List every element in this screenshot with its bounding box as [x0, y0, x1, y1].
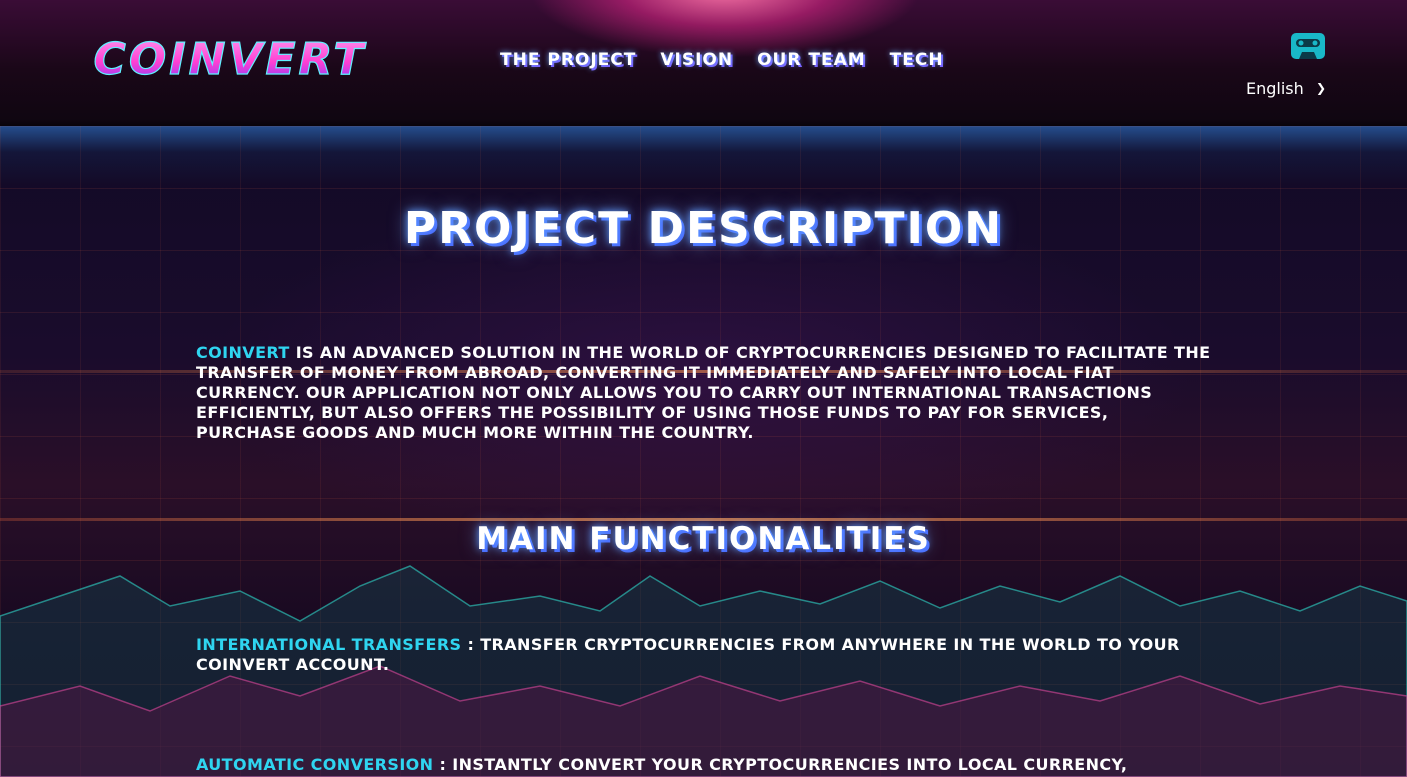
- nav-vision[interactable]: Vision: [660, 50, 733, 70]
- nav-the-project[interactable]: The Project: [500, 50, 636, 70]
- language-select[interactable]: English ❯: [1246, 76, 1330, 100]
- section-title: MAIN FUNCTIONALITIES: [476, 521, 931, 557]
- language-value: English: [1246, 78, 1304, 98]
- intro-paragraph: COINVERT IS AN ADVANCED SOLUTION IN THE …: [196, 343, 1211, 443]
- main-nav: The Project Vision Our Team Tech: [500, 50, 944, 70]
- feature-text: : INSTANTLY CONVERT YOUR CRYPTOCURRENCIE…: [433, 755, 1128, 774]
- feature-item: AUTOMATIC CONVERSION : INSTANTLY CONVERT…: [196, 755, 1211, 775]
- logo-text: COINVERT: [94, 34, 367, 85]
- site-header: COINVERT The Project Vision Our Team Tec…: [0, 0, 1407, 126]
- intro-text: IS AN ADVANCED SOLUTION IN THE WORLD OF …: [196, 343, 1211, 442]
- cassette-icon: [1291, 33, 1325, 59]
- nav-tech[interactable]: Tech: [890, 50, 944, 70]
- music-toggle-button[interactable]: [1290, 32, 1326, 60]
- brand-highlight: COINVERT: [196, 343, 290, 362]
- feature-name: INTERNATIONAL TRANSFERS: [196, 635, 462, 654]
- coinvert-logo[interactable]: COINVERT: [80, 34, 380, 86]
- nav-our-team[interactable]: Our Team: [757, 50, 866, 70]
- chevron-down-icon: ❯: [1315, 81, 1326, 95]
- feature-name: AUTOMATIC CONVERSION: [196, 755, 434, 774]
- feature-item: INTERNATIONAL TRANSFERS : TRANSFER CRYPT…: [196, 635, 1211, 675]
- page-title: PROJECT DESCRIPTION: [403, 203, 1004, 254]
